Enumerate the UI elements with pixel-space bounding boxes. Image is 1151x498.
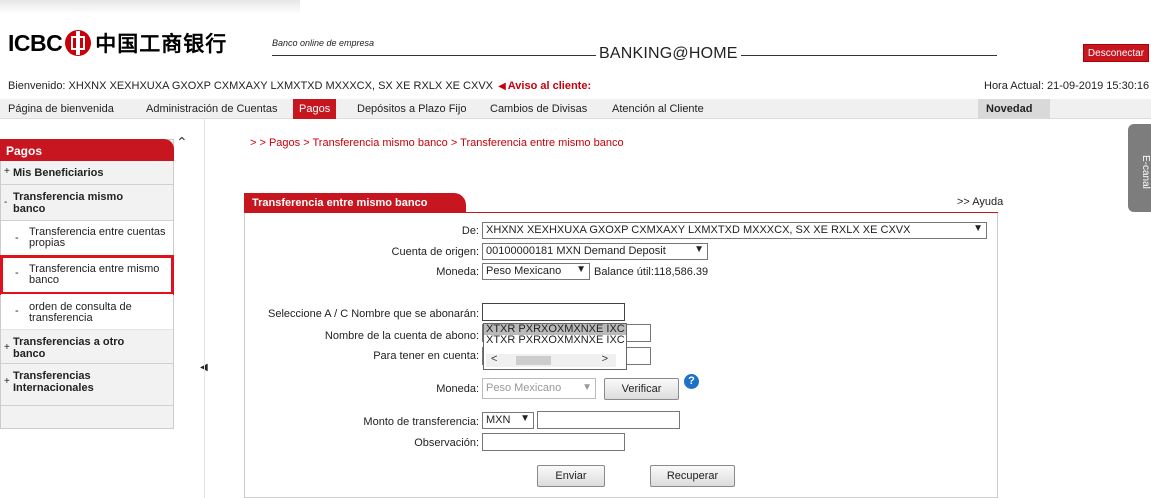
- observacion-input[interactable]: [482, 433, 625, 451]
- cuenta-origen-value: 00100000181 MXN Demand Deposit: [486, 245, 666, 257]
- current-time: Hora Actual: 21-09-2019 15:30:16: [984, 80, 1150, 92]
- bullet-dash: -: [15, 267, 19, 279]
- monto-label: Monto de transferencia:: [363, 416, 479, 428]
- sidebar: Pagos + Mis Beneficiarios - Transferenci…: [0, 139, 174, 429]
- chevron-left-icon[interactable]: <: [491, 353, 497, 365]
- autocomplete-option[interactable]: XTXR PXRXOXMXNXE IXC: [484, 335, 626, 346]
- sidebar-item-label: Transferencias Internacionales: [13, 370, 94, 394]
- monto-currency-select[interactable]: MXN ▼: [482, 412, 534, 429]
- main-nav: Página de bienvenida Administración de C…: [0, 99, 1151, 119]
- de-select[interactable]: XHXNX XEXHXUXA GXOXP CXMXAXY LXMXTXD MXX…: [482, 222, 987, 239]
- moneda-label: Moneda:: [436, 266, 479, 278]
- expand-icon: +: [4, 376, 10, 387]
- chevron-down-icon: ▼: [973, 223, 983, 234]
- chevron-right-icon[interactable]: >: [602, 353, 608, 365]
- help-icon[interactable]: ?: [684, 374, 699, 389]
- sidebar-sub-cuentas-propias[interactable]: - Transferencia entre cuentas propias: [1, 221, 173, 256]
- sidebar-item-label: Transferencias a otro banco: [13, 336, 125, 360]
- autocomplete-dropdown: XTXR PXRXOXMXNXE IXC XTXR PXRXOXMXNXE IX…: [483, 323, 627, 370]
- welcome-line: Bienvenido: XHXNX XEXHXUXA GXOXP CXMXAXY…: [8, 80, 591, 92]
- sidebar-item-label: Mis Beneficiarios: [13, 167, 104, 179]
- sidebar-divider: [204, 119, 205, 498]
- bullet-dash: -: [15, 232, 19, 244]
- form-title: Transferencia entre mismo banco: [244, 193, 466, 213]
- sidebar-sub-mismo-banco[interactable]: - Transferencia entre mismo banco: [0, 255, 174, 295]
- sidebar-item-transferencia-mismo-banco[interactable]: - Transferencia mismo banco: [1, 185, 173, 221]
- moneda2-value: Peso Mexicano: [486, 382, 562, 394]
- de-select-value: XHXNX XEXHXUXA GXOXP CXMXAXY LXMXTXD MXX…: [486, 224, 911, 236]
- chevron-down-icon: ▼: [582, 382, 592, 393]
- sidebar-item-otro-banco[interactable]: + Transferencias a otro banco: [1, 330, 173, 364]
- balance-util: Balance útil:118,586.39: [594, 266, 709, 278]
- form-title-line: [244, 212, 998, 213]
- sidebar-sub-label: orden de consulta de transferencia: [29, 301, 132, 324]
- moneda2-label: Moneda:: [436, 383, 479, 395]
- seleccione-label: Seleccione A / C Nombre que se abonarán:: [268, 308, 479, 320]
- nav-pagos[interactable]: Pagos: [293, 99, 337, 119]
- ecanal-tab[interactable]: E-canal: [1128, 124, 1151, 212]
- moneda2-select: Peso Mexicano ▼: [482, 378, 596, 399]
- moneda-value: Peso Mexicano: [486, 265, 562, 277]
- sidebar-item-label: Transferencia mismo banco: [13, 191, 124, 215]
- nav-novedad[interactable]: Novedad: [978, 99, 1050, 119]
- logo-text: ICBC: [8, 29, 63, 56]
- expand-icon: +: [4, 166, 10, 177]
- speaker-icon: ◀: [498, 81, 506, 92]
- product-name: BANKING@HOME: [596, 45, 741, 63]
- chevron-up-icon[interactable]: ⌃: [176, 134, 188, 151]
- nombre-cuenta-label: Nombre de la cuenta de abono:: [324, 330, 479, 342]
- welcome-text: Bienvenido: XHXNX XEXHXUXA GXOXP CXMXAXY…: [8, 80, 493, 92]
- enviar-button[interactable]: Enviar: [537, 465, 605, 487]
- icbc-emblem-icon: [65, 30, 92, 56]
- scrollbar-thumb[interactable]: [516, 356, 551, 365]
- collapse-icon: -: [4, 197, 8, 208]
- monto-input[interactable]: [537, 411, 680, 429]
- nav-atencion[interactable]: Atención al Cliente: [612, 103, 704, 115]
- nav-administracion[interactable]: Administración de Cuentas: [146, 103, 277, 115]
- cuenta-origen-label: Cuenta de origen:: [391, 246, 479, 258]
- breadcrumb: > > Pagos > Transferencia mismo banco > …: [250, 137, 624, 149]
- sidebar-item-internacionales[interactable]: + Transferencias Internacionales: [1, 364, 173, 406]
- sidebar-item-mis-beneficiarios[interactable]: + Mis Beneficiarios: [1, 161, 173, 185]
- observacion-label: Observación:: [414, 437, 479, 449]
- sidebar-sub-label: Transferencia entre mismo banco: [29, 263, 160, 286]
- icbc-logo: ICBC 中国工商银行: [8, 28, 227, 58]
- expand-icon: +: [4, 342, 10, 353]
- nav-bienvenida[interactable]: Página de bienvenida: [8, 103, 114, 115]
- recuperar-button[interactable]: Recuperar: [650, 465, 735, 487]
- bullet-dash: -: [15, 305, 19, 317]
- tagline: Banco online de empresa: [272, 38, 375, 48]
- logo-chinese-text: 中国工商银行: [95, 32, 228, 56]
- para-tener-label: Para tener en cuenta:: [373, 350, 479, 362]
- beneficiario-input[interactable]: [482, 303, 625, 321]
- sidebar-sub-label: Transferencia entre cuentas propias: [29, 226, 166, 249]
- de-label: De:: [461, 225, 479, 237]
- chevron-down-icon: ▼: [694, 244, 704, 255]
- horizontal-scrollbar[interactable]: < >: [486, 353, 616, 367]
- top-shadow: [0, 0, 300, 14]
- aviso-link[interactable]: Aviso al cliente:: [508, 80, 591, 92]
- chevron-down-icon: ▼: [520, 413, 530, 424]
- cuenta-origen-select[interactable]: 00100000181 MXN Demand Deposit ▼: [482, 243, 708, 260]
- sidebar-title: Pagos: [0, 139, 174, 161]
- logout-button[interactable]: Desconectar: [1083, 44, 1149, 62]
- moneda-select[interactable]: Peso Mexicano ▼: [482, 263, 590, 280]
- sidebar-sub-orden-consulta[interactable]: - orden de consulta de transferencia: [1, 294, 173, 330]
- ayuda-link[interactable]: >> Ayuda: [957, 196, 1003, 208]
- chevron-down-icon: ▼: [576, 264, 586, 275]
- nav-depositos[interactable]: Depósitos a Plazo Fijo: [357, 103, 466, 115]
- nav-cambios[interactable]: Cambios de Divisas: [490, 103, 587, 115]
- monto-currency-value: MXN: [486, 414, 511, 426]
- verificar-button[interactable]: Verificar: [604, 378, 679, 400]
